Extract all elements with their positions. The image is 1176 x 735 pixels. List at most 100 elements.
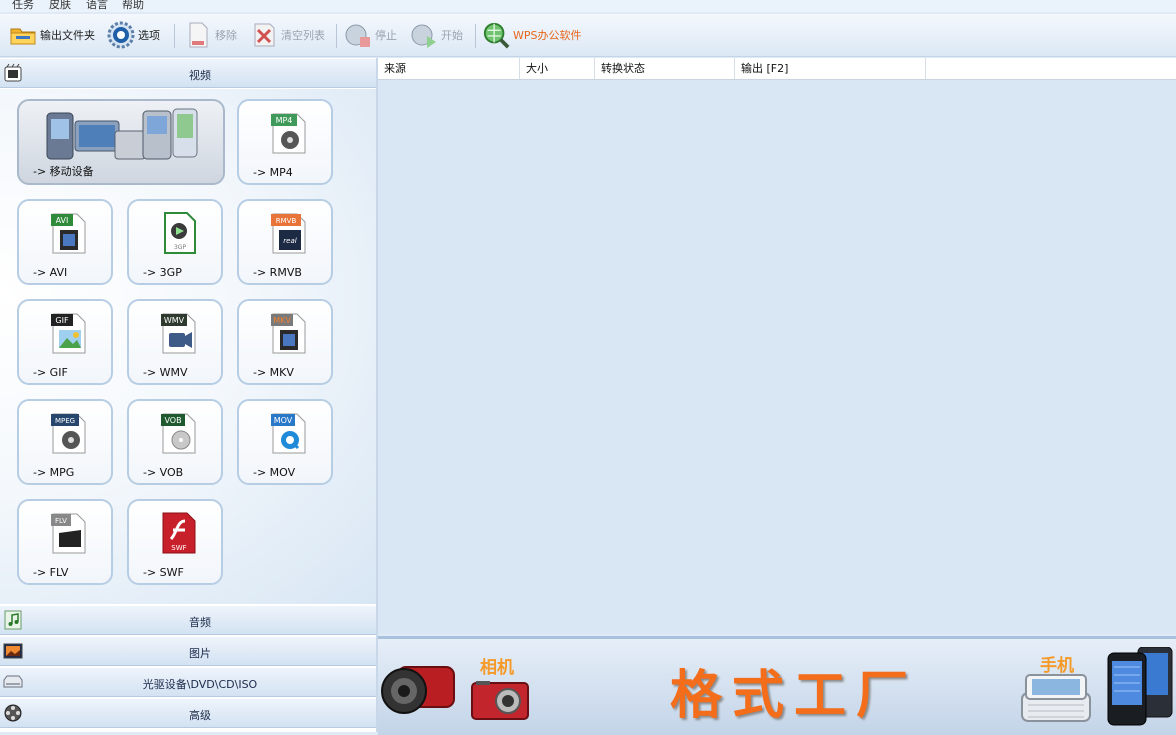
task-list-header: 来源 大小 转换状态 输出 [F2] — [378, 58, 1176, 80]
format-tile-flv[interactable]: FLV -> FLV — [17, 499, 113, 585]
format-label: -> SWF — [143, 566, 184, 579]
gear-icon — [107, 21, 135, 49]
format-label: -> MP4 — [253, 166, 293, 179]
format-tile-mobile[interactable]: -> 移动设备 — [17, 99, 225, 185]
category-panel: 视频 -> 移动设备 MP4 -> MP4 AVI -> AVI 3GP -> … — [0, 58, 378, 732]
format-tile-mpg[interactable]: MPEG -> MPG — [17, 399, 113, 485]
remove-label: 移除 — [215, 29, 237, 42]
svg-text:real: real — [283, 237, 296, 245]
mpg-file-icon: MPEG — [51, 413, 86, 454]
toolbar: 输出文件夹 选项 移除 清空列表 停止 开始 WPS办公软件 — [0, 14, 1176, 57]
film-reel-icon — [3, 703, 23, 723]
svg-text:WMV: WMV — [164, 316, 185, 325]
menu-task[interactable]: 任务 — [12, 0, 34, 12]
camcorder-icon — [381, 666, 455, 714]
task-list: 来源 大小 转换状态 输出 [F2] — [378, 58, 1176, 634]
document-remove-icon — [184, 21, 212, 49]
options-button[interactable]: 选项 — [107, 21, 160, 49]
format-tile-gif[interactable]: GIF -> GIF — [17, 299, 113, 385]
svg-text:MOV: MOV — [274, 416, 293, 425]
format-tile-rmvb[interactable]: RMVB real -> RMVB — [237, 199, 333, 285]
start-button[interactable]: 开始 — [410, 21, 463, 49]
wps-link[interactable]: WPS办公软件 — [482, 21, 582, 49]
smartphones-icon — [1107, 647, 1173, 726]
stop-icon — [344, 21, 372, 49]
category-video-header[interactable]: 视频 — [0, 58, 376, 88]
output-folder-label: 输出文件夹 — [40, 29, 95, 42]
menu-bar: 任务 皮肤 语言 帮助 — [0, 0, 1176, 12]
globe-search-icon — [482, 21, 510, 49]
format-tile-mkv[interactable]: MKV -> MKV — [237, 299, 333, 385]
mobile-devices-icon — [46, 108, 198, 160]
folder-icon — [9, 21, 37, 49]
category-audio-label: 音频 — [189, 616, 211, 629]
swf-file-icon: SWF — [162, 512, 196, 554]
start-label: 开始 — [441, 29, 463, 42]
category-advanced-label: 高级 — [189, 709, 211, 722]
clear-list-icon — [250, 21, 278, 49]
clear-list-label: 清空列表 — [281, 29, 325, 42]
mkv-file-icon: MKV — [271, 313, 306, 354]
format-tile-swf[interactable]: SWF -> SWF — [127, 499, 223, 585]
svg-text:MPEG: MPEG — [55, 417, 75, 425]
svg-text:RMVB: RMVB — [276, 217, 297, 225]
rmvb-file-icon: RMVB real — [271, 213, 306, 254]
format-tile-mov[interactable]: MOV -> MOV — [237, 399, 333, 485]
format-tile-vob[interactable]: VOB -> VOB — [127, 399, 223, 485]
digital-camera-icon — [471, 681, 529, 720]
communicator-phone-icon — [1021, 674, 1091, 722]
category-advanced-header[interactable]: 高级 — [0, 698, 376, 728]
camera-label: 相机 — [480, 658, 514, 678]
format-label: -> 3GP — [143, 266, 182, 279]
play-icon — [410, 21, 438, 49]
options-label: 选项 — [138, 29, 160, 42]
format-label: -> 移动设备 — [33, 165, 94, 178]
format-label: -> MOV — [253, 466, 296, 479]
column-output[interactable]: 输出 [F2] — [735, 58, 926, 79]
column-size[interactable]: 大小 — [520, 58, 595, 79]
format-tile-mp4[interactable]: MP4 -> MP4 — [237, 99, 333, 185]
clear-list-button[interactable]: 清空列表 — [250, 21, 325, 49]
format-tile-wmv[interactable]: WMV -> WMV — [127, 299, 223, 385]
menu-language[interactable]: 语言 — [86, 0, 108, 12]
svg-text:3GP: 3GP — [174, 244, 186, 251]
wmv-file-icon: WMV — [161, 313, 196, 354]
output-folder-button[interactable]: 输出文件夹 — [9, 21, 95, 49]
music-note-icon — [3, 610, 23, 630]
toolbar-separator — [336, 24, 337, 48]
flv-file-icon: FLV — [51, 513, 86, 554]
toolbar-separator — [475, 24, 476, 48]
svg-text:MKV: MKV — [273, 316, 291, 325]
format-label: -> MPG — [33, 466, 75, 479]
picture-icon — [3, 641, 23, 661]
column-status[interactable]: 转换状态 — [595, 58, 735, 79]
category-picture-label: 图片 — [189, 647, 211, 660]
svg-text:AVI: AVI — [56, 216, 69, 225]
format-label: -> MKV — [253, 366, 294, 379]
format-label: -> AVI — [33, 266, 68, 279]
stop-button[interactable]: 停止 — [344, 21, 397, 49]
menu-skin[interactable]: 皮肤 — [49, 0, 71, 12]
format-tile-3gp[interactable]: 3GP -> 3GP — [127, 199, 223, 285]
format-label: -> RMVB — [253, 266, 302, 279]
category-video-label: 视频 — [189, 69, 211, 82]
category-audio-header[interactable]: 音频 — [0, 605, 376, 635]
menu-help[interactable]: 帮助 — [122, 0, 144, 12]
svg-text:SWF: SWF — [171, 544, 186, 552]
format-label: -> GIF — [33, 366, 68, 379]
svg-text:MP4: MP4 — [276, 116, 293, 125]
video-format-grid: -> 移动设备 MP4 -> MP4 AVI -> AVI 3GP -> 3GP… — [0, 89, 376, 604]
format-label: -> WMV — [143, 366, 188, 379]
column-source[interactable]: 来源 — [378, 58, 520, 79]
format-tile-avi[interactable]: AVI -> AVI — [17, 199, 113, 285]
vob-file-icon: VOB — [161, 413, 196, 454]
mov-file-icon: MOV — [271, 413, 306, 454]
3gp-file-icon: 3GP — [164, 212, 196, 254]
svg-text:GIF: GIF — [55, 316, 69, 325]
promo-banner: 相机 格式工厂 手机 — [378, 636, 1176, 735]
app-title: 格式工厂 — [670, 666, 919, 726]
stop-label: 停止 — [375, 29, 397, 42]
category-picture-header[interactable]: 图片 — [0, 636, 376, 666]
remove-button[interactable]: 移除 — [184, 21, 237, 49]
category-rom-header[interactable]: 光驱设备\DVD\CD\ISO — [0, 667, 376, 697]
